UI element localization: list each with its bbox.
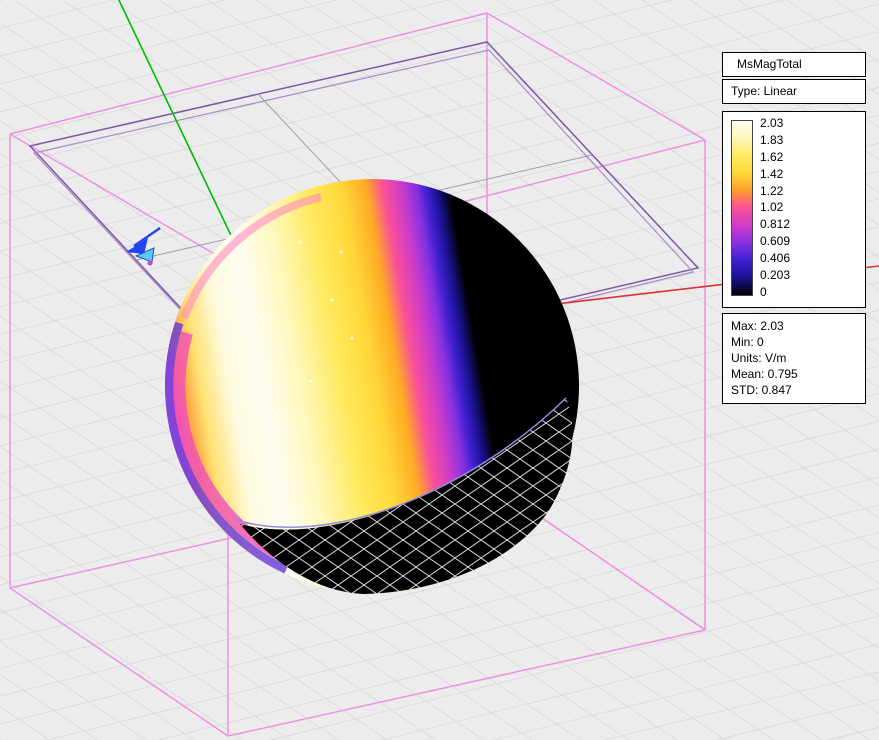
legend-colorbar: 2.03 1.83 1.62 1.42 1.22 1.02 0.812 0.60…: [722, 111, 866, 308]
colorbar-tick-label: 1.02: [760, 201, 790, 214]
box-edge: [228, 630, 705, 736]
stat-min: Min: 0: [731, 334, 859, 350]
field-sphere: [165, 179, 579, 594]
colorbar-tick-label: 2.03: [760, 117, 790, 130]
colorbar-tick-label: 0.203: [760, 269, 790, 282]
colorbar-tick-label: 0.812: [760, 218, 790, 231]
stat-units: Units: V/m: [731, 350, 859, 366]
field-legend: MsMagTotal Type: Linear 2.03 1.83 1.62 1…: [722, 52, 866, 404]
colorbar-tick-label: 1.42: [760, 168, 790, 181]
cs-arrow: [126, 228, 160, 266]
cs-arrow-line: [134, 228, 160, 246]
box-edge: [10, 13, 487, 134]
colorbar-tick-label: 0.406: [760, 252, 790, 265]
colorbar-tick-label: 1.22: [760, 185, 790, 198]
cs-origin-dot: [148, 261, 153, 266]
legend-title: MsMagTotal: [722, 52, 866, 77]
legend-scale-type: Type: Linear: [722, 79, 866, 104]
legend-stats: Max: 2.03 Min: 0 Units: V/m Mean: 0.795 …: [722, 313, 866, 404]
y-axis-green: [117, 0, 236, 246]
colorbar-tick-label: 1.62: [760, 151, 790, 164]
colorbar-tick-label: 0.609: [760, 235, 790, 248]
box-edge: [10, 588, 228, 736]
stat-std: STD: 0.847: [731, 382, 859, 398]
colorbar-tick-label: 0: [760, 286, 790, 299]
stat-mean: Mean: 0.795: [731, 366, 859, 382]
colorbar-gradient: [731, 120, 753, 296]
stat-max: Max: 2.03: [731, 318, 859, 334]
modeler-viewport[interactable]: MsMagTotal Type: Linear 2.03 1.83 1.62 1…: [0, 0, 879, 740]
colorbar-labels: 2.03 1.83 1.62 1.42 1.22 1.02 0.812 0.60…: [760, 117, 790, 299]
colorbar-tick-label: 1.83: [760, 134, 790, 147]
